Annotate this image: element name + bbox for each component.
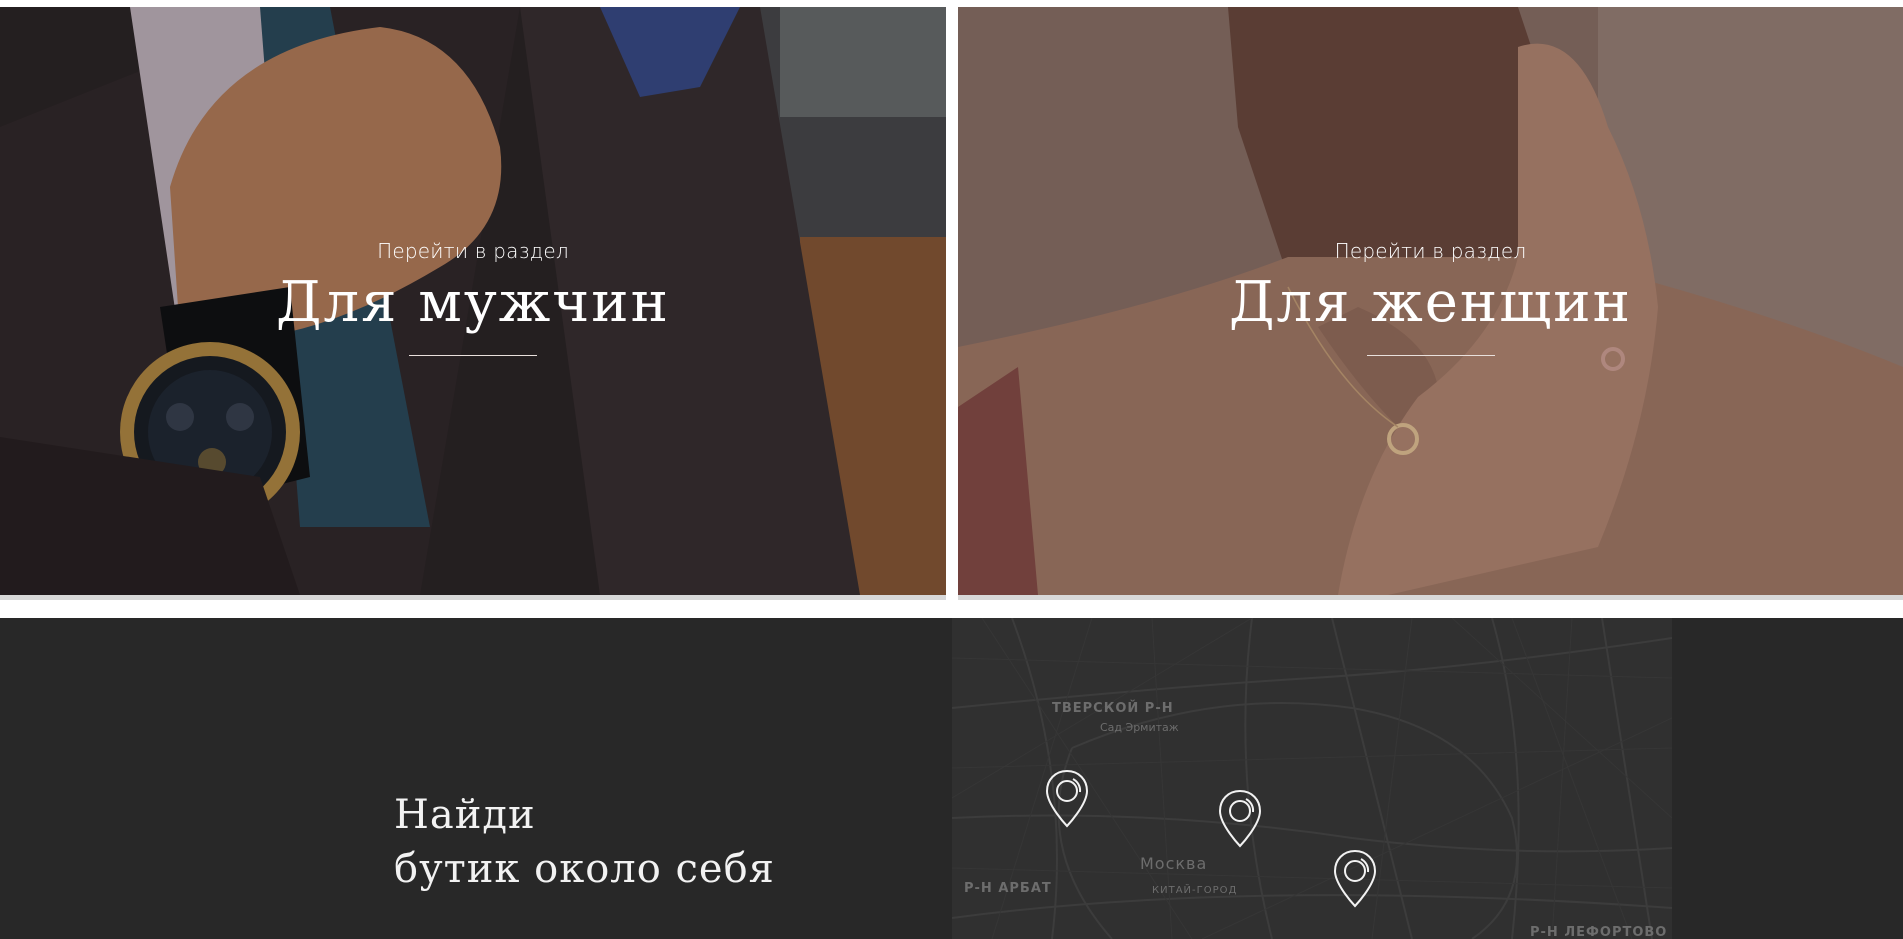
men-subtitle: Перейти в раздел — [377, 239, 569, 263]
map-label-garden: Сад Эрмитаж — [1100, 721, 1179, 734]
women-section-tile[interactable]: Перейти в раздел Для женщин — [958, 7, 1903, 595]
women-subtitle: Перейти в раздел — [1334, 239, 1527, 263]
men-title-underline — [409, 355, 537, 356]
finder-heading-line2: бутик около себя — [394, 846, 775, 892]
map-pin-icon[interactable] — [1332, 848, 1378, 910]
top-divider — [0, 0, 1903, 6]
men-section-tile[interactable]: Перейти в раздел Для мужчин — [0, 7, 946, 595]
map-label-kitay-gorod: КИТАЙ-ГОРОД — [1152, 885, 1238, 896]
women-title[interactable]: Для женщин — [958, 271, 1903, 335]
women-caption: Перейти в раздел Для женщин — [958, 239, 1903, 356]
men-title[interactable]: Для мужчин — [0, 271, 946, 335]
boutique-finder-section: Найди бутик около себя ТВЕРСКОЙ Р-Н Сад … — [0, 618, 1903, 939]
women-title-underline — [1366, 355, 1495, 356]
map-label-lefortovo: Р-Н ЛЕФОРТОВО — [1530, 925, 1668, 939]
tiles-gap — [946, 595, 958, 600]
finder-heading: Найди бутик около себя — [394, 788, 775, 896]
boutique-map[interactable]: ТВЕРСКОЙ Р-Н Сад Эрмитаж Москва Р-Н АРБА… — [952, 618, 1672, 939]
map-label-moscow: Москва — [1140, 854, 1208, 873]
map-label-tverskoy: ТВЕРСКОЙ Р-Н — [1052, 701, 1174, 716]
men-caption: Перейти в раздел Для мужчин — [0, 239, 946, 356]
category-tiles: Перейти в раздел Для мужчин Перейти в ра… — [0, 0, 1903, 620]
map-pin-icon[interactable] — [1044, 768, 1090, 830]
map-label-arbat: Р-Н АРБАТ — [964, 881, 1052, 896]
finder-heading-line1: Найди — [394, 792, 536, 838]
map-pin-icon[interactable] — [1217, 788, 1263, 850]
